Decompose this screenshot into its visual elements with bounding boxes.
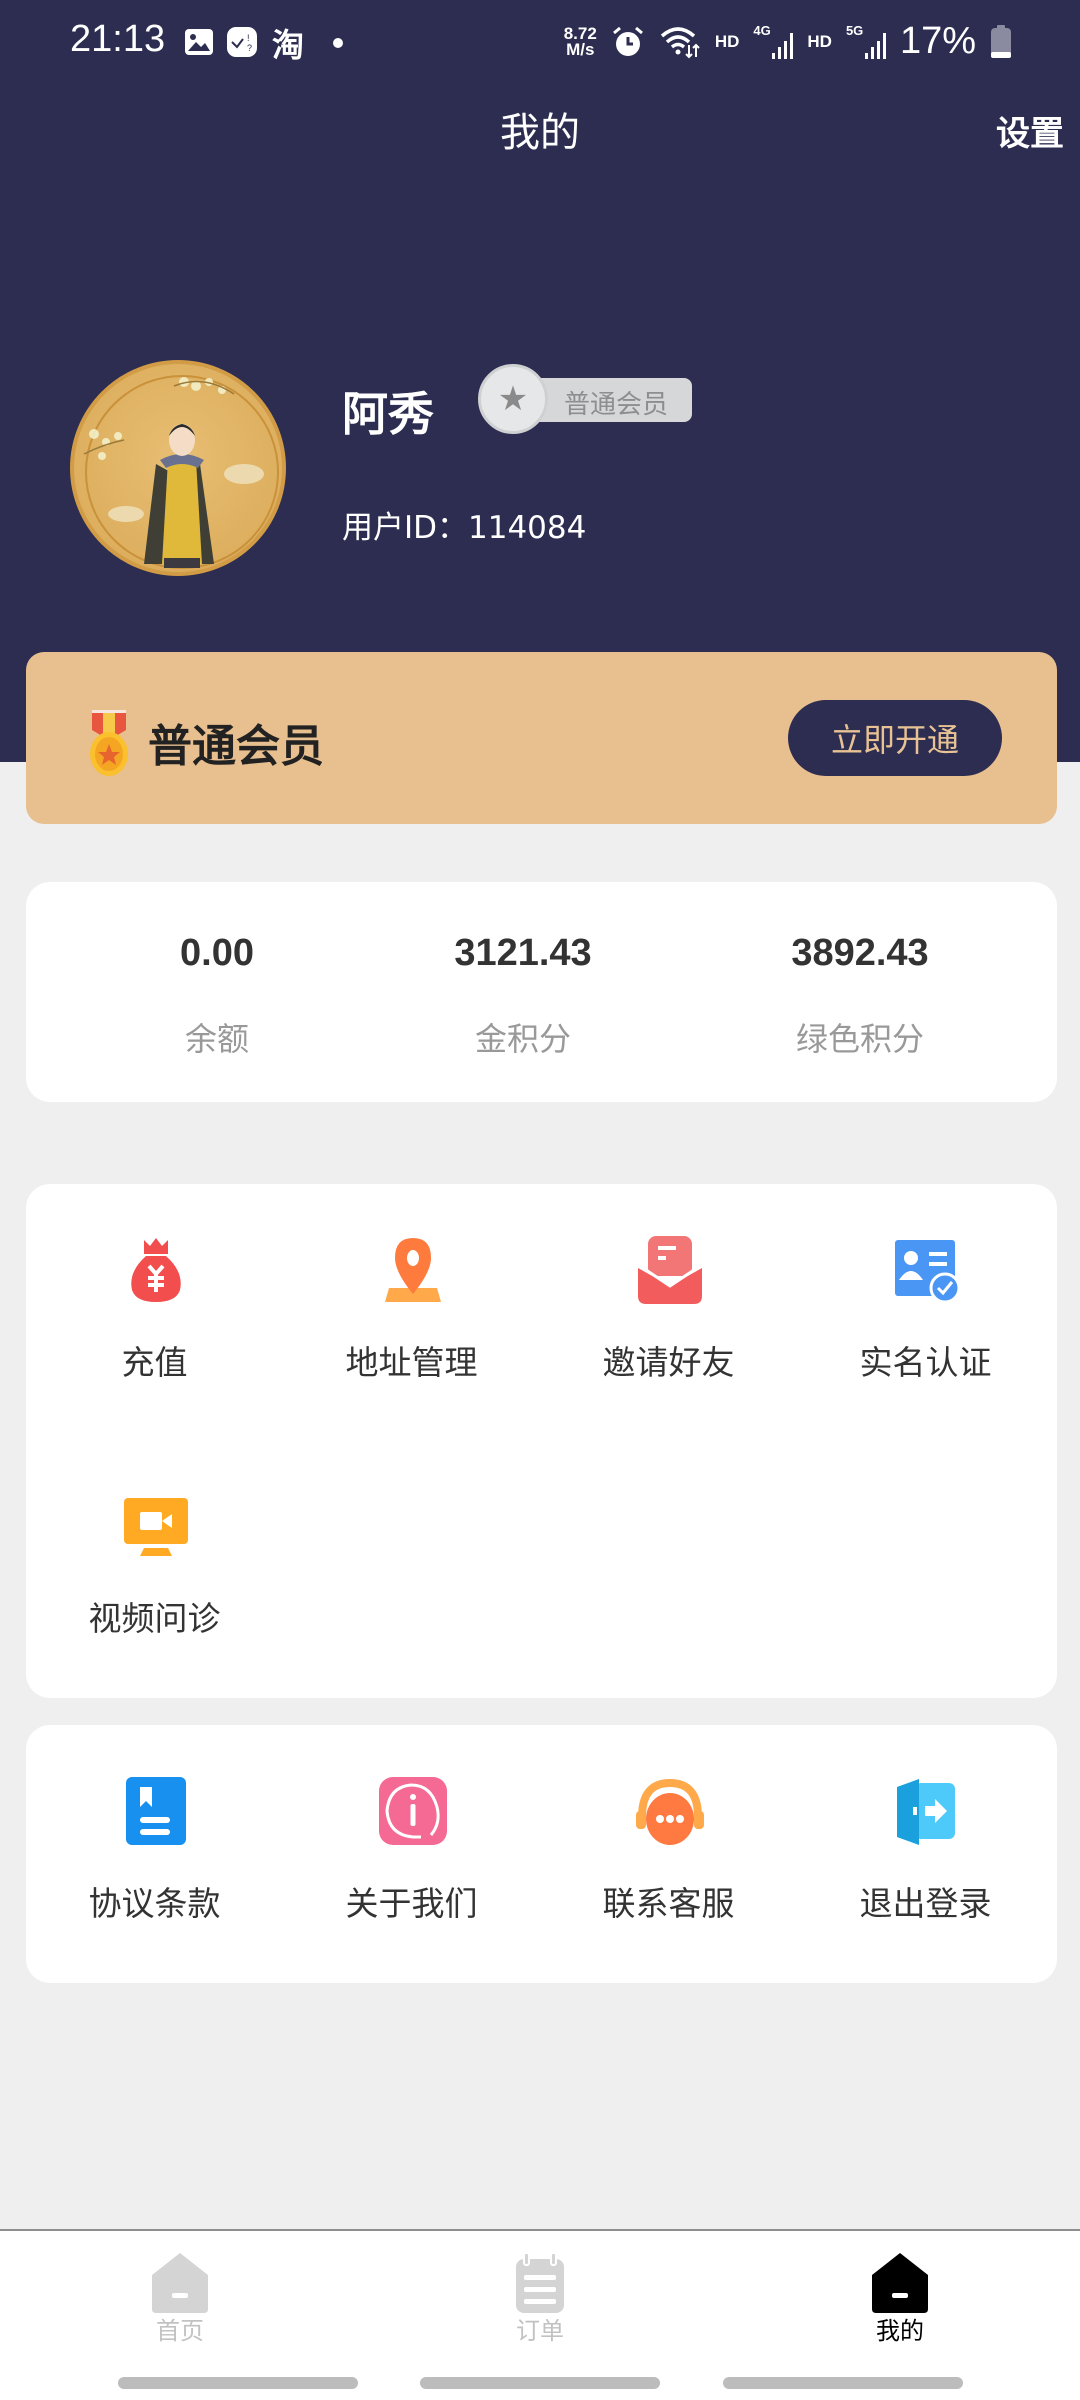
menu-item-recharge[interactable]: 充值 bbox=[26, 1184, 283, 1382]
user-id: 用户ID：114084 bbox=[342, 502, 586, 547]
activate-vip-button[interactable]: 立即开通 bbox=[788, 700, 1002, 776]
gesture-handle-center bbox=[420, 2377, 660, 2389]
tab-mine[interactable]: 我的 bbox=[800, 2231, 1000, 2345]
status-right-group: 8.72 M/s HD 4G HD 5G 17% bbox=[564, 20, 1012, 63]
vip-banner: 普通会员 立即开通 bbox=[26, 652, 1057, 824]
member-level-text: 普通会员 bbox=[564, 390, 669, 420]
user-id-value: 114084 bbox=[468, 510, 587, 546]
tab-home[interactable]: 首页 bbox=[80, 2231, 280, 2345]
star-icon: ★ bbox=[478, 364, 548, 434]
gallery-icon bbox=[185, 29, 213, 55]
info-menu-card: 协议条款 关于我们 联系客服 退出登录 bbox=[26, 1725, 1057, 1983]
task-icon: ! ? bbox=[227, 27, 257, 57]
status-bar: 21:13 ! ? 淘 8.72 M/s HD 4G HD 5G 17% bbox=[0, 0, 1080, 86]
network-speed: 8.72 M/s bbox=[564, 25, 597, 59]
battery-percent: 17% bbox=[899, 20, 976, 62]
envelope-icon bbox=[638, 1236, 702, 1304]
info-icon bbox=[379, 1777, 447, 1845]
menu-item-address[interactable]: 地址管理 bbox=[283, 1184, 540, 1382]
user-name: 阿秀 bbox=[342, 387, 434, 441]
location-pin-icon bbox=[385, 1238, 441, 1302]
menu-item-label: 协议条款 bbox=[88, 1884, 221, 1923]
id-card-verified-icon bbox=[895, 1240, 961, 1304]
menu-item-about[interactable]: 关于我们 bbox=[283, 1725, 540, 1923]
stats-card: 0.00 余额 3121.43 金积分 3892.43 绿色积分 bbox=[26, 882, 1057, 1102]
stat-value: 0.00 bbox=[180, 932, 254, 974]
menu-item-label: 实名认证 bbox=[859, 1343, 992, 1382]
menu-item-logout[interactable]: 退出登录 bbox=[797, 1725, 1054, 1923]
medal-icon bbox=[90, 710, 128, 776]
hd-indicator-1: HD bbox=[714, 31, 740, 51]
user-id-label: 用户ID： bbox=[342, 510, 469, 546]
stat-label: 绿色积分 bbox=[795, 1020, 924, 1058]
document-bookmark-icon bbox=[126, 1777, 186, 1845]
svg-text:!: ! bbox=[247, 33, 250, 43]
page-title: 我的 bbox=[500, 110, 580, 156]
headset-icon bbox=[636, 1778, 704, 1845]
service-menu-card: 充值 地址管理 邀请好友 实名认证 视频问诊 bbox=[26, 1184, 1057, 1698]
network-type-2: 5G bbox=[845, 22, 864, 38]
menu-item-customer-service[interactable]: 联系客服 bbox=[540, 1725, 797, 1923]
tab-label: 我的 bbox=[876, 2317, 924, 2345]
menu-item-label: 邀请好友 bbox=[602, 1343, 735, 1382]
network-type-1: 4G bbox=[753, 22, 771, 38]
settings-button[interactable]: 设置 bbox=[996, 106, 1064, 155]
avatar-illustration bbox=[83, 375, 279, 569]
taobao-icon: 淘 bbox=[272, 26, 305, 64]
profile-home-icon bbox=[872, 2253, 928, 2313]
stat-label: 金积分 bbox=[474, 1020, 571, 1058]
stat-label: 余额 bbox=[184, 1020, 249, 1058]
hd-indicator-2: HD bbox=[807, 31, 832, 51]
menu-item-label: 视频问诊 bbox=[88, 1599, 221, 1638]
stat-green-points[interactable]: 3892.43 绿色积分 bbox=[710, 882, 1010, 1102]
member-level-badge: 普通会员 ★ bbox=[478, 364, 694, 434]
home-icon bbox=[152, 2253, 208, 2313]
battery-icon bbox=[991, 24, 1011, 58]
wifi-icon bbox=[660, 26, 700, 58]
menu-item-label: 联系客服 bbox=[602, 1884, 735, 1923]
video-monitor-icon bbox=[124, 1498, 188, 1556]
logout-door-icon bbox=[897, 1779, 955, 1845]
vip-title: 普通会员 bbox=[148, 721, 324, 772]
bottom-tab-bar: 首页 订单 我的 bbox=[0, 2229, 1080, 2400]
menu-item-label: 退出登录 bbox=[859, 1884, 992, 1923]
menu-item-label: 地址管理 bbox=[345, 1343, 478, 1382]
money-bag-icon bbox=[131, 1238, 181, 1302]
stat-gold-points[interactable]: 3121.43 金积分 bbox=[373, 882, 673, 1102]
menu-item-video-consult[interactable]: 视频问诊 bbox=[26, 1440, 283, 1638]
tab-orders[interactable]: 订单 bbox=[440, 2231, 640, 2345]
stat-value: 3121.43 bbox=[454, 932, 592, 974]
notification-dot-icon bbox=[333, 38, 343, 48]
gesture-handle-left bbox=[118, 2377, 358, 2389]
gesture-handle-right bbox=[723, 2377, 963, 2389]
status-time: 21:13 bbox=[70, 18, 166, 60]
stat-value: 3892.43 bbox=[791, 932, 929, 974]
stat-balance[interactable]: 0.00 余额 bbox=[67, 882, 367, 1102]
svg-text:?: ? bbox=[247, 43, 252, 53]
network-speed-unit: M/s bbox=[566, 39, 595, 59]
signal-5g-icon: 5G bbox=[845, 22, 886, 59]
menu-item-verification[interactable]: 实名认证 bbox=[797, 1184, 1054, 1382]
menu-item-invite[interactable]: 邀请好友 bbox=[540, 1184, 797, 1382]
order-list-icon bbox=[516, 2253, 564, 2313]
avatar[interactable] bbox=[70, 360, 286, 576]
tab-label: 首页 bbox=[156, 2317, 204, 2345]
signal-4g-icon: 4G bbox=[753, 22, 794, 59]
menu-item-terms[interactable]: 协议条款 bbox=[26, 1725, 283, 1923]
menu-item-label: 充值 bbox=[121, 1343, 188, 1382]
menu-item-label: 关于我们 bbox=[345, 1884, 478, 1923]
tab-label: 订单 bbox=[516, 2317, 564, 2345]
alarm-icon bbox=[612, 26, 643, 56]
